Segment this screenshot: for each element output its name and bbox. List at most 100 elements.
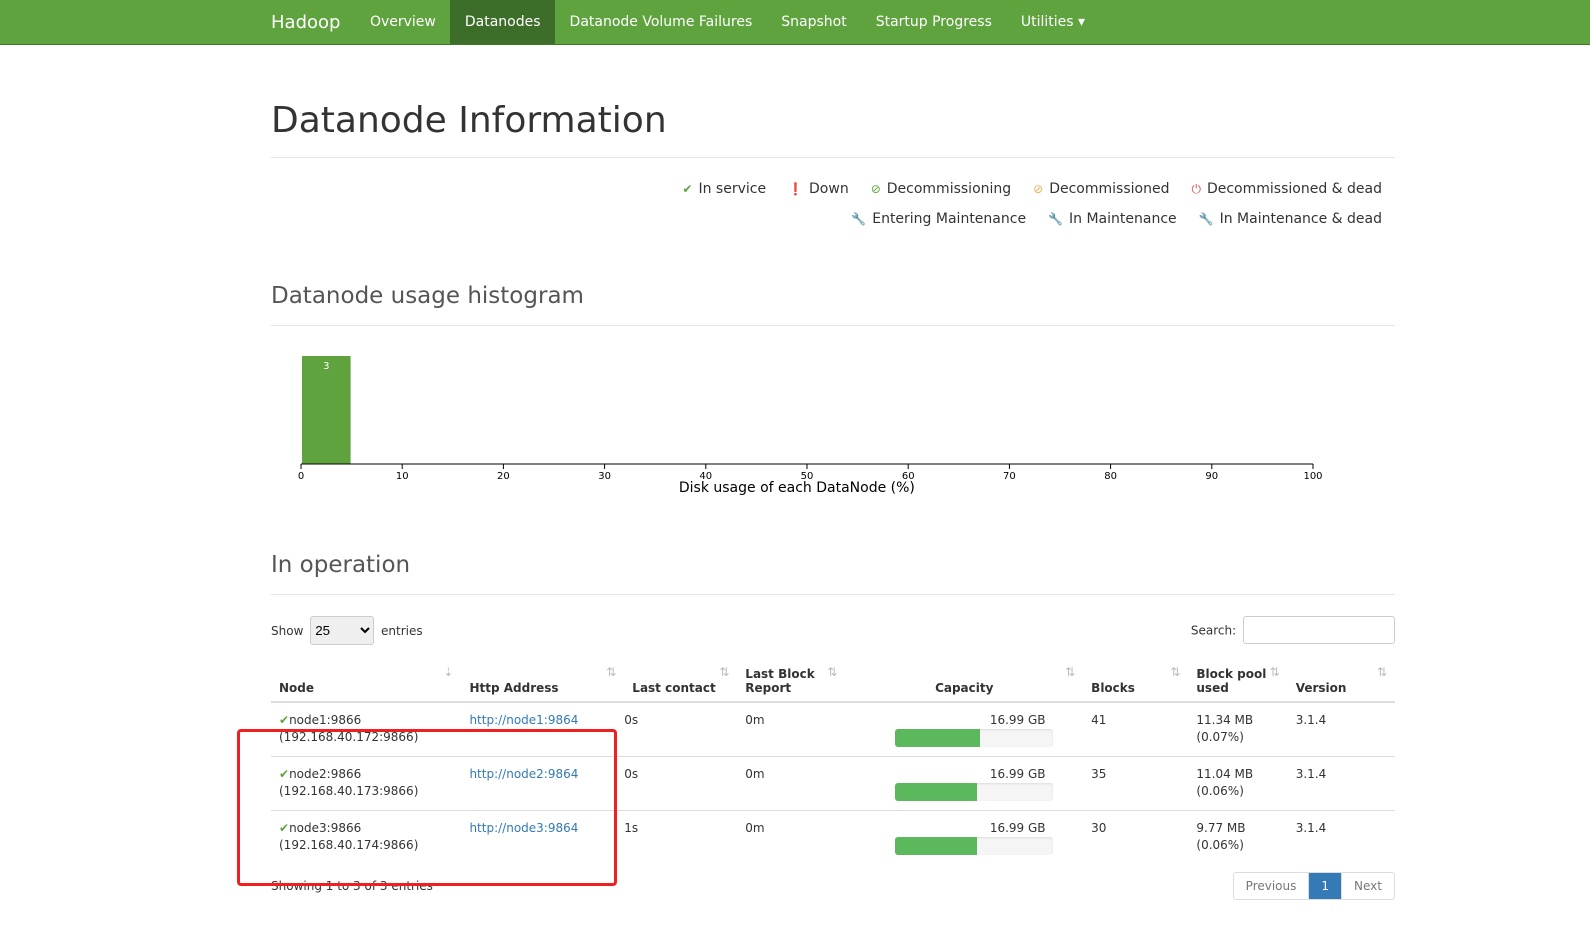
legend-label: Entering Maintenance — [872, 211, 1027, 227]
capacity-bar — [895, 837, 1054, 855]
legend-label: In Maintenance & dead — [1219, 211, 1382, 227]
entries-label: entries — [381, 623, 423, 638]
legend-label: Decommissioned & dead — [1206, 181, 1382, 197]
column-header[interactable]: Blocks ⇅ — [1083, 661, 1189, 703]
x-tick-label: 0 — [298, 471, 304, 482]
capacity-bar — [895, 783, 1054, 801]
bp-used-pct: (0.06%) — [1196, 784, 1244, 798]
bp-used-pct: (0.07%) — [1196, 730, 1244, 744]
sort-icon[interactable]: ⇅ — [1270, 665, 1280, 679]
header-label: Last contact — [632, 681, 716, 695]
header-label: Version — [1295, 681, 1347, 695]
bp-used-pct: (0.06%) — [1196, 838, 1244, 852]
nav-utilities[interactable]: Utilities ▾ — [1006, 0, 1099, 44]
capacity-cell: 16.99 GB — [845, 701, 1084, 757]
capacity-value: 16.99 GB — [989, 767, 1046, 781]
search-input[interactable] — [1243, 616, 1395, 644]
legend-label: Down — [809, 181, 849, 197]
last-contact: 0s — [624, 756, 738, 811]
version: 3.1.4 — [1287, 810, 1395, 864]
header-label: Block pool used — [1196, 667, 1267, 695]
x-tick-label: 80 — [1104, 471, 1117, 482]
nav-startup-progress[interactable]: Startup Progress — [861, 0, 1006, 44]
nav-overview[interactable]: Overview — [355, 0, 450, 44]
capacity-cell: 16.99 GB — [845, 756, 1084, 811]
highlight-box — [237, 729, 617, 886]
header-label: Blocks — [1091, 681, 1135, 695]
blocks: 41 — [1083, 701, 1189, 757]
nav-datanodes[interactable]: Datanodes — [450, 0, 556, 44]
sort-icon[interactable]: ⇅ — [1377, 665, 1387, 679]
bar-count-label: 3 — [323, 361, 329, 372]
pagination: Previous 1 Next — [1232, 872, 1395, 900]
page-title: Datanode Information — [271, 100, 667, 141]
legend: ✔ In service ❗ Down ⊘ Decommissioning ⊘ Decommi… — [271, 174, 1395, 234]
last-contact: 1s — [624, 810, 738, 864]
block-pool-used: 9.77 MB (0.06%) — [1188, 810, 1288, 864]
in-operation-title: In operation — [271, 552, 411, 578]
power-icon: ⏻ — [1191, 182, 1201, 196]
header-label: Capacity — [935, 681, 994, 695]
column-header[interactable]: Last Block Report ⇅ — [737, 661, 846, 703]
x-tick-label: 20 — [497, 471, 510, 482]
column-header[interactable]: Version ⇅ — [1287, 661, 1395, 703]
last-contact: 0s — [624, 701, 738, 757]
legend-item: 🔧 In Maintenance — [1048, 211, 1177, 227]
x-tick-label: 70 — [1003, 471, 1016, 482]
next-button[interactable]: Next — [1341, 873, 1394, 899]
page-1-button[interactable]: 1 — [1309, 873, 1342, 899]
sort-icon[interactable]: ⇅ — [1170, 665, 1180, 679]
navbar: Hadoop Overview Datanodes Datanode Volum… — [0, 0, 1590, 45]
http-address-link[interactable]: http://node1:9864 — [469, 713, 578, 727]
x-tick-label: 30 — [598, 471, 611, 482]
column-header[interactable]: Last contact ⇅ — [624, 661, 738, 703]
blocks: 35 — [1083, 756, 1189, 811]
legend-item: ⊘ Decommissioning — [871, 181, 1011, 197]
legend-item: 🔧 In Maintenance & dead — [1199, 211, 1382, 227]
show-label: Show — [271, 623, 304, 638]
legend-label: In service — [698, 181, 767, 197]
capacity-cell: 16.99 GB — [845, 810, 1084, 864]
page-size-select[interactable]: 25 — [310, 615, 375, 645]
capacity-value: 16.99 GB — [989, 821, 1046, 835]
sort-icon[interactable]: ⇅ — [719, 665, 729, 679]
node-name: node1:9866 — [289, 713, 362, 727]
x-tick-label: 10 — [396, 471, 409, 482]
previous-button[interactable]: Previous — [1234, 873, 1310, 899]
last-block-report: 0m — [737, 701, 846, 757]
blocks: 30 — [1083, 810, 1189, 864]
block-pool-used: 11.34 MB (0.07%) — [1188, 701, 1288, 757]
capacity-value: 16.99 GB — [989, 713, 1046, 727]
wrench-icon: 🔧 — [1198, 212, 1214, 226]
nav-volume-failures[interactable]: Datanode Volume Failures — [555, 0, 767, 44]
block-pool-used: 11.04 MB (0.06%) — [1188, 756, 1288, 811]
bp-used-value: 11.34 MB — [1196, 713, 1254, 727]
column-header[interactable]: Block pool used ⇅ — [1188, 661, 1288, 703]
version: 3.1.4 — [1287, 756, 1395, 811]
check-icon: ✔ — [682, 182, 693, 196]
brand[interactable]: Hadoop — [256, 0, 355, 44]
column-header[interactable]: Capacity ⇅ — [845, 661, 1084, 703]
usage-histogram: 30 10 20 30 40 50 60 70 80 90 100Disk usage of eac… — [298, 356, 1323, 496]
column-header[interactable]: Node ⇣ — [271, 661, 462, 703]
legend-label: Decommissioning — [886, 181, 1012, 197]
sort-icon[interactable]: ⇅ — [606, 665, 616, 679]
ban-icon: ⊘ — [1033, 182, 1044, 196]
column-header[interactable]: Http Address ⇅ — [461, 661, 625, 703]
x-tick-label: 90 — [1205, 471, 1218, 482]
bp-used-value: 11.04 MB — [1196, 767, 1254, 781]
legend-item: ⊘ Decommissioned — [1033, 181, 1169, 197]
sort-icon[interactable]: ⇣ — [443, 665, 453, 679]
search-label: Search: — [1190, 623, 1237, 638]
sort-icon[interactable]: ⇅ — [1065, 665, 1075, 679]
nav-snapshot[interactable]: Snapshot — [767, 0, 861, 44]
wrench-icon: 🔧 — [1048, 212, 1064, 226]
exclamation-circle-icon: ❗ — [788, 182, 804, 196]
legend-item: ❗ Down — [788, 181, 849, 197]
version: 3.1.4 — [1287, 701, 1395, 757]
bp-used-value: 9.77 MB — [1196, 821, 1246, 835]
last-block-report: 0m — [737, 756, 846, 811]
last-block-report: 0m — [737, 810, 846, 864]
sort-icon[interactable]: ⇅ — [827, 665, 837, 679]
ban-icon: ⊘ — [870, 182, 881, 196]
